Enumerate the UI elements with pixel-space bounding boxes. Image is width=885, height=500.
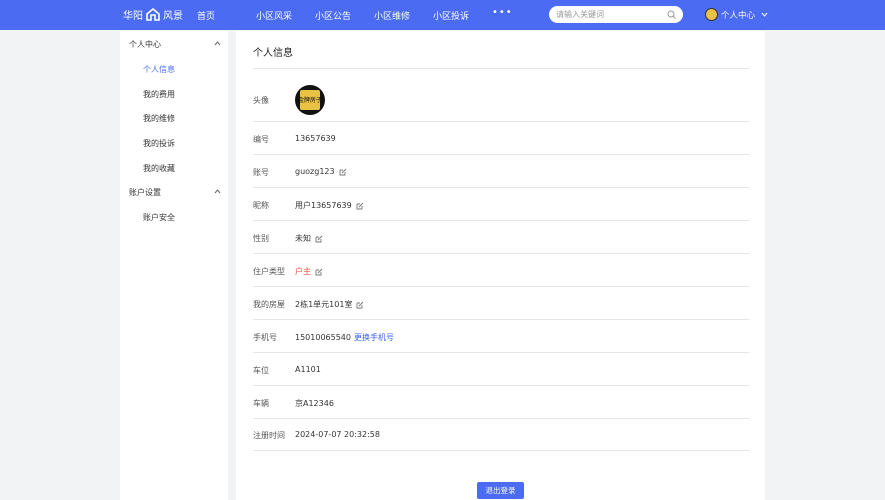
brand-logo[interactable]: 华阳 风景 [123,7,183,22]
user-menu-label: 个人中心 [721,10,756,21]
logout-button[interactable]: 退出登录 [477,482,524,499]
row-label: 性别 [253,234,269,243]
row-my-house: 我的房屋 2栋1单元101室 [253,287,749,320]
row-value-wrap: 未知 [295,233,323,244]
row-value: 13657639 [295,134,336,143]
row-value: 户主 [295,267,311,276]
change-phone-link[interactable]: 更换手机号 [354,332,394,343]
top-navbar: 华阳 风景 首页 小区风采 小区公告 小区维修 小区投诉 ••• 个人中心 [0,0,885,30]
row-vehicle: 车辆 京A12346 [253,386,749,419]
row-value: 2栋1单元101室 [295,300,353,309]
chevron-down-icon [761,12,768,17]
chevron-up-icon [214,41,221,46]
sidebar-item-account-security[interactable]: 账户安全 [143,212,175,223]
row-nickname: 昵称 用户13657639 [253,188,749,221]
row-value: guozg123 [295,167,335,176]
row-label: 注册时间 [253,431,285,440]
edit-icon[interactable] [339,168,347,176]
row-register-time: 注册时间 2024-07-07 20:32:58 [253,419,749,451]
row-account: 账号 guozg123 [253,155,749,188]
user-avatar [705,8,718,21]
menu-group-account[interactable]: 账户设置 [129,187,221,198]
edit-icon[interactable] [315,268,323,276]
row-id: 编号 13657639 [253,122,749,155]
edit-icon[interactable] [315,235,323,243]
row-value-wrap: 用户13657639 [295,200,364,211]
row-avatar: 头像 金牌房子 [253,69,749,122]
nav-repairs[interactable]: 小区维修 [374,9,410,22]
row-label: 编号 [253,135,269,144]
sidebar-item-my-fees[interactable]: 我的费用 [143,89,175,100]
menu-group-personal[interactable]: 个人中心 [129,39,221,50]
sidebar-item-my-complaints[interactable]: 我的投诉 [143,138,175,149]
edit-icon[interactable] [356,301,364,309]
menu-group-label: 账户设置 [129,188,161,197]
edit-icon[interactable] [356,202,364,210]
nav-home[interactable]: 首页 [197,9,215,22]
row-label: 手机号 [253,333,277,342]
row-value-wrap: 2栋1单元101室 [295,299,364,310]
row-value-wrap: guozg123 [295,167,347,176]
avatar-value: 金牌房子 [295,85,325,115]
page-title: 个人信息 [253,48,293,59]
user-menu[interactable]: 个人中心 [705,8,768,21]
search-input[interactable] [556,9,666,20]
more-menu-icon[interactable]: ••• [492,7,513,18]
search-icon[interactable] [667,10,676,19]
row-value-wrap: 户主 [295,266,323,277]
avatar-logo: 金牌房子 [298,90,322,110]
row-label: 昵称 [253,201,269,210]
row-gender: 性别 未知 [253,221,749,254]
nav-community-style[interactable]: 小区风采 [256,9,292,22]
profile-avatar[interactable]: 金牌房子 [295,85,325,115]
row-value: 京A12346 [295,399,334,408]
nav-complaints[interactable]: 小区投诉 [433,9,469,22]
house-icon [146,8,160,21]
nav-announcements[interactable]: 小区公告 [315,9,351,22]
sidebar-item-personal-info[interactable]: 个人信息 [143,64,175,75]
sidebar-item-my-favorites[interactable]: 我的收藏 [143,163,175,174]
sidebar-item-my-repairs[interactable]: 我的维修 [143,113,175,124]
chevron-up-icon [214,189,221,194]
row-value: A1101 [295,365,321,374]
menu-group-label: 个人中心 [129,40,161,49]
row-value-wrap: 15010065540 更换手机号 [295,332,394,343]
row-value: 2024-07-07 20:32:58 [295,430,380,439]
row-resident-type: 住户类型 户主 [253,254,749,287]
row-label: 头像 [253,96,269,105]
row-label: 住户类型 [253,267,285,276]
row-value: 未知 [295,234,311,243]
brand-right: 风景 [163,11,183,22]
row-label: 账号 [253,168,269,177]
row-label: 车辆 [253,399,269,408]
row-value: 15010065540 [295,333,351,342]
profile-panel: 个人信息 头像 金牌房子 编号 13657639 账号 guozg123 昵称 … [236,31,765,500]
search-box [549,6,683,23]
brand-left: 华阳 [123,11,143,22]
row-phone: 手机号 15010065540 更换手机号 [253,320,749,353]
row-label: 车位 [253,366,269,375]
row-label: 我的房屋 [253,300,285,309]
sidebar: 个人中心 个人信息 我的费用 我的维修 我的投诉 我的收藏 账户设置 账户安全 [120,31,228,500]
row-parking: 车位 A1101 [253,353,749,386]
row-value: 用户13657639 [295,201,352,210]
